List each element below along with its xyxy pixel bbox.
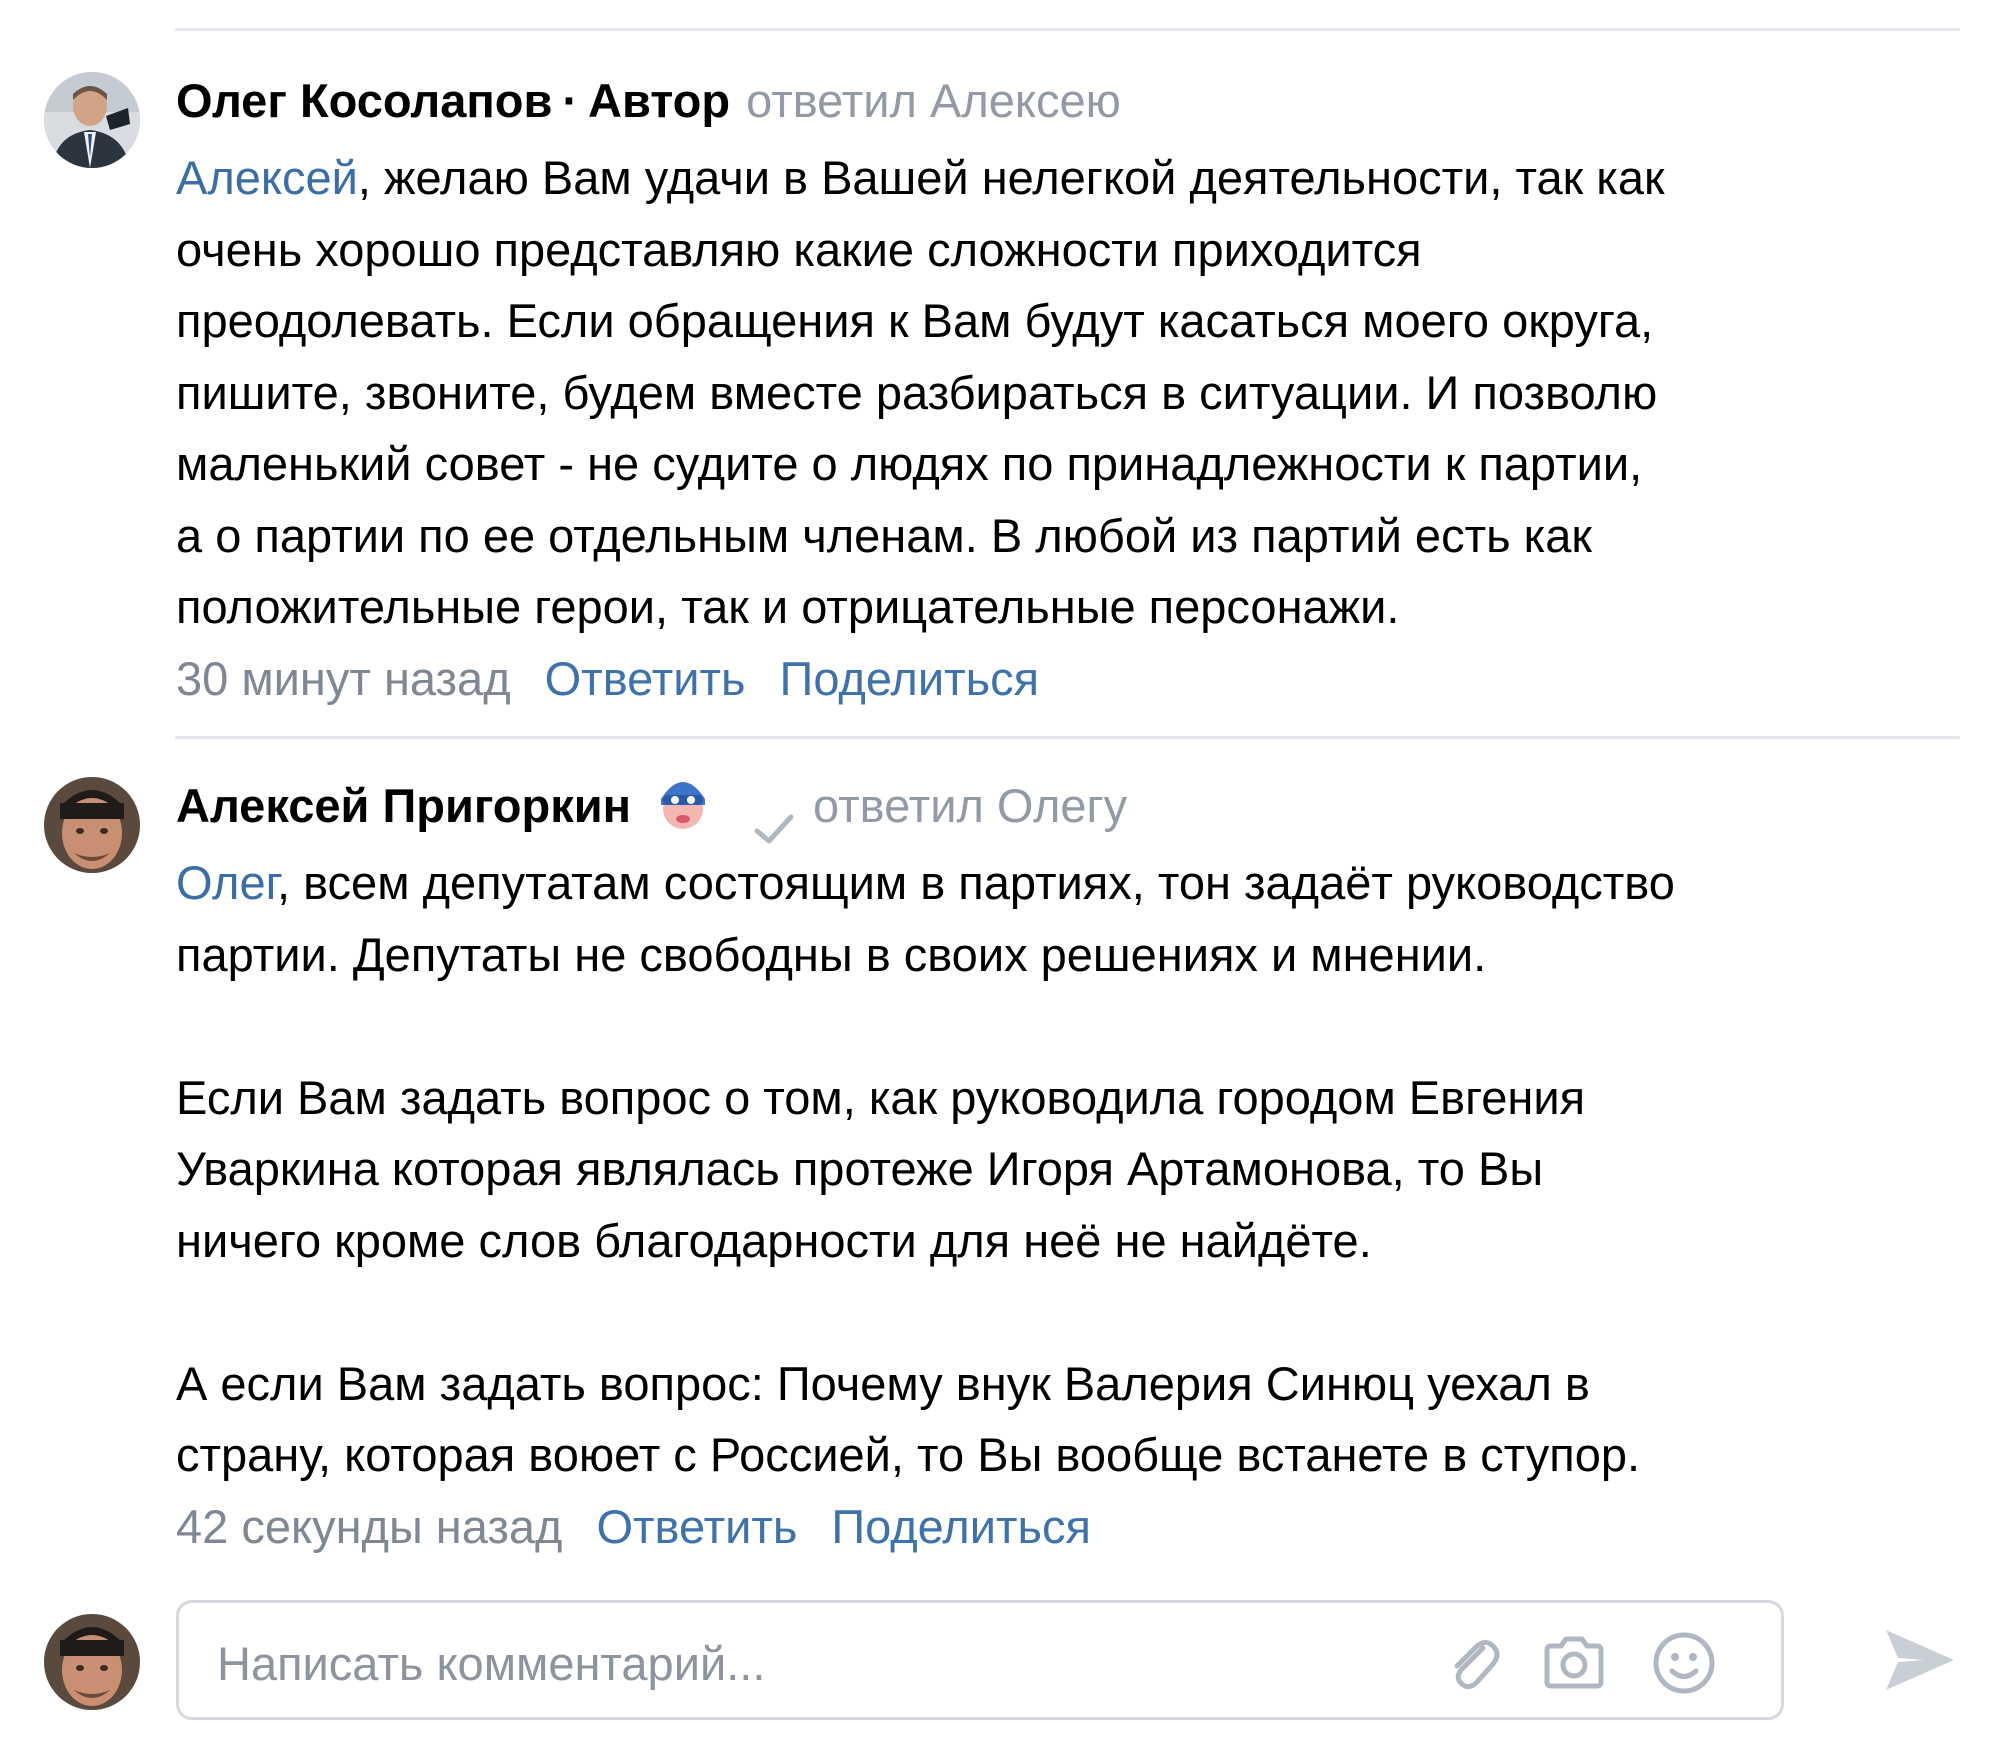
comment-body: , желаю Вам удачи в Вашей нелегкой деяте… bbox=[176, 151, 1665, 633]
smile-icon[interactable] bbox=[1649, 1628, 1719, 1698]
share-button[interactable]: Поделиться bbox=[780, 643, 1040, 715]
camera-icon[interactable] bbox=[1539, 1628, 1609, 1698]
mention-link[interactable]: Олег bbox=[176, 856, 277, 909]
reply-to-label[interactable]: ответил Алексею bbox=[746, 60, 1121, 142]
mention-link[interactable]: Алексей bbox=[176, 151, 358, 204]
reply-button[interactable]: Ответить bbox=[545, 643, 746, 715]
author-separator: · bbox=[562, 74, 579, 127]
comment-timestamp[interactable]: 30 минут назад bbox=[176, 643, 511, 715]
reply-button[interactable]: Ответить bbox=[596, 1491, 797, 1563]
avatar[interactable] bbox=[44, 1614, 140, 1710]
comments-panel: Олег Косолапов · Автор ответил Алексею А… bbox=[0, 0, 2000, 1763]
comment-text: Олег, всем депутатам состоящим в партиях… bbox=[176, 847, 1976, 1491]
comment-author[interactable]: Олег Косолапов bbox=[176, 60, 552, 142]
comment-composer bbox=[0, 1600, 2000, 1730]
mask-badge-icon bbox=[651, 765, 715, 835]
share-button[interactable]: Поделиться bbox=[831, 1491, 1091, 1563]
avatar[interactable] bbox=[44, 72, 140, 168]
comment-body: , всем депутатам состоящим в партиях, то… bbox=[176, 856, 1675, 1481]
divider bbox=[175, 28, 1960, 31]
avatar[interactable] bbox=[44, 777, 140, 873]
send-icon[interactable] bbox=[1880, 1620, 1960, 1700]
comment-text: Алексей, желаю Вам удачи в Вашей нелегко… bbox=[176, 142, 1976, 643]
author-role-label: Автор bbox=[588, 74, 731, 127]
comment-author[interactable]: Алексей Пригоркин bbox=[176, 765, 631, 847]
divider bbox=[175, 736, 1960, 739]
comment-timestamp[interactable]: 42 секунды назад bbox=[176, 1491, 562, 1563]
reply-to-label[interactable]: ответил Олегу bbox=[813, 765, 1127, 847]
comment-input-box[interactable] bbox=[176, 1600, 1784, 1720]
paperclip-icon[interactable] bbox=[1437, 1628, 1507, 1698]
comment-input[interactable] bbox=[217, 1633, 1397, 1693]
checkmark-icon bbox=[751, 792, 797, 844]
